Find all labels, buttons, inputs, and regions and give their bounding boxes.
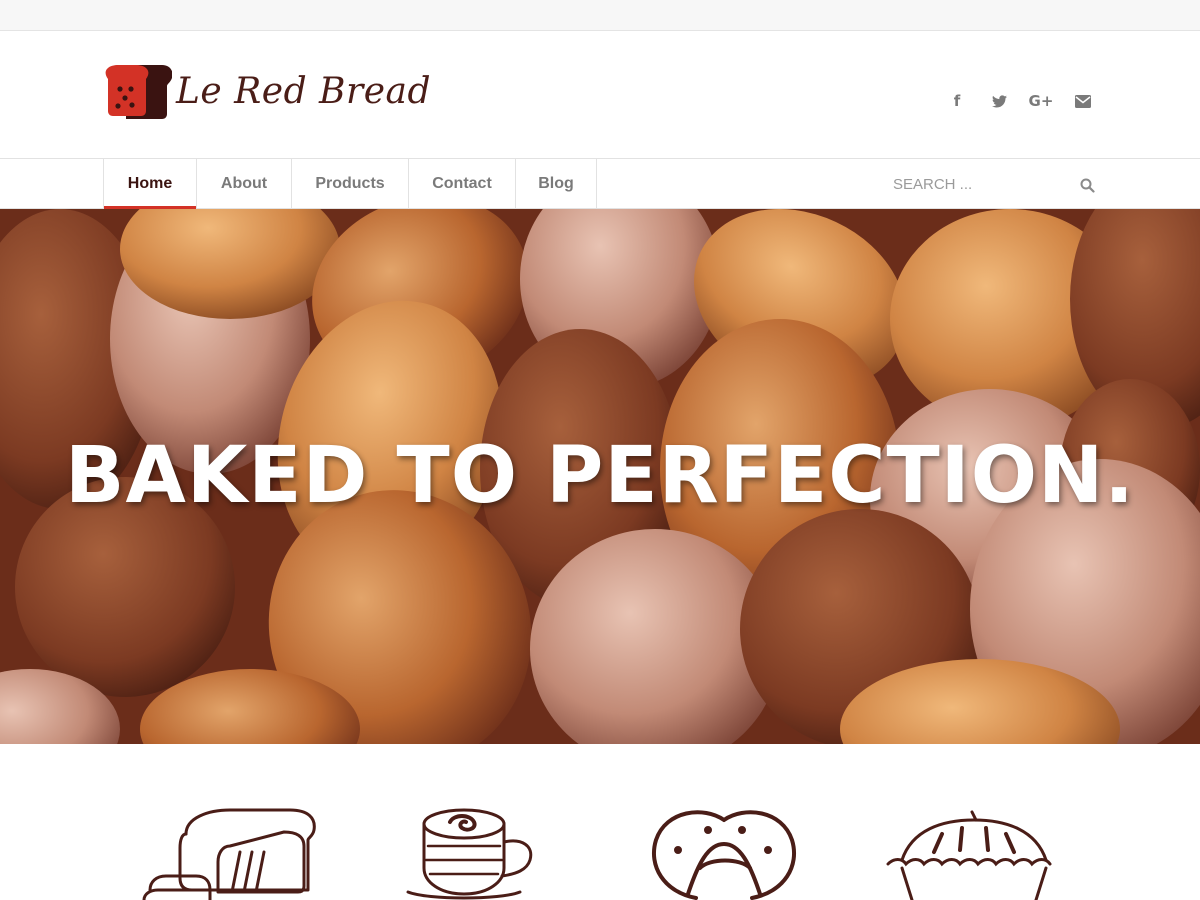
site-title: Le Red Bread	[176, 70, 432, 112]
coffee-cup-icon	[406, 808, 533, 900]
twitter-icon[interactable]	[978, 91, 1020, 111]
nav-item-products[interactable]: Products	[291, 158, 408, 209]
bread-loaf-icon	[142, 808, 316, 900]
site-header: Le Red Bread f G+	[0, 31, 1200, 158]
main-nav: Home About Products Contact Blog	[103, 158, 597, 209]
hero-banner: BAKED TO PERFECTION.	[0, 209, 1200, 744]
envelope-icon[interactable]	[1062, 91, 1104, 111]
pie-icon	[886, 810, 1052, 900]
google-plus-icon[interactable]: G+	[1020, 91, 1062, 111]
nav-item-home[interactable]: Home	[103, 158, 196, 209]
top-bar	[0, 0, 1200, 31]
main-nav-bar: Home About Products Contact Blog	[0, 158, 1200, 209]
nav-item-contact[interactable]: Contact	[408, 158, 515, 209]
search-icon[interactable]	[1080, 178, 1095, 198]
nav-item-about[interactable]: About	[196, 158, 291, 209]
pretzel-icon	[652, 810, 796, 900]
search-form	[893, 159, 1098, 209]
search-input[interactable]	[893, 175, 1068, 193]
features-row	[0, 744, 1200, 900]
nav-item-blog[interactable]: Blog	[515, 158, 597, 209]
social-links: f G+	[936, 91, 1104, 111]
facebook-icon[interactable]: f	[936, 91, 978, 111]
hero-title: BAKED TO PERFECTION.	[65, 431, 1135, 521]
logo[interactable]: Le Red Bread	[104, 61, 431, 121]
toast-logo-icon	[105, 65, 172, 119]
